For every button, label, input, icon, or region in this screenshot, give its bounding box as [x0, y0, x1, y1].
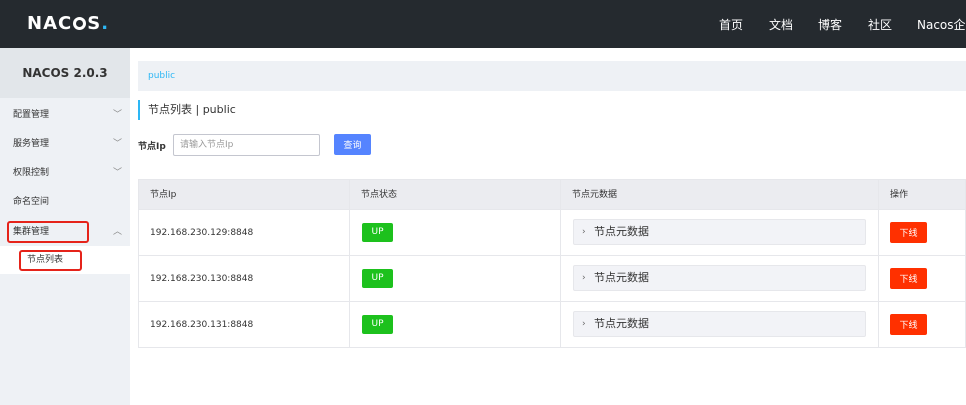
table-row-metadata-cell: › 节点元数据 — [561, 302, 879, 348]
table-row-ip: 192.168.230.131:8848 — [139, 302, 350, 348]
metadata-label: 节点元数据 — [594, 317, 649, 330]
breadcrumb-namespace[interactable]: public — [148, 71, 175, 81]
table-row-status-cell: UP — [350, 210, 561, 256]
chevron-down-icon: ﹀ — [112, 139, 122, 149]
offline-button[interactable]: 下线 — [890, 222, 927, 243]
table-row-metadata-cell: › 节点元数据 — [561, 256, 879, 302]
chevron-up-icon: ︿ — [112, 227, 122, 237]
nav-link-enterprise[interactable]: Nacos企业 — [917, 16, 966, 33]
cluster-highlight-box — [7, 221, 89, 243]
sidebar-item-label: 服务管理 — [13, 139, 50, 149]
sidebar-item-label: 命名空间 — [13, 197, 50, 207]
status-badge: UP — [362, 315, 393, 334]
nav-link-community[interactable]: 社区 — [868, 16, 892, 33]
column-header-action: 操作 — [879, 180, 966, 210]
sidebar-version: NACOS 2.0.3 — [0, 48, 130, 98]
metadata-expander[interactable]: › 节点元数据 — [573, 311, 866, 337]
page-title: 节点列表 | public — [138, 100, 236, 120]
nav-link-docs[interactable]: 文档 — [769, 16, 793, 33]
sidebar-item-label: 配置管理 — [13, 110, 50, 120]
sidebar-item-auth[interactable]: 权限控制 ﹀ — [0, 159, 130, 187]
nav-link-home[interactable]: 首页 — [719, 16, 743, 33]
chevron-right-icon: › — [582, 273, 586, 283]
table-row-ip: 192.168.230.130:8848 — [139, 256, 350, 302]
sidebar-item-config[interactable]: 配置管理 ﹀ — [0, 101, 130, 129]
logo-ring-icon — [73, 17, 87, 30]
sidebar-item-label: 权限控制 — [13, 168, 50, 178]
chevron-down-icon: ﹀ — [112, 110, 122, 120]
main-content: public 节点列表 | public 节点Ip 查询 节点Ip 节点状态 节… — [138, 48, 966, 405]
table-row-status-cell: UP — [350, 256, 561, 302]
node-table: 节点Ip 节点状态 节点元数据 操作 192.168.230.129:8848 … — [138, 179, 966, 348]
sidebar-item-namespace[interactable]: 命名空间 — [0, 188, 130, 216]
table-row-metadata-cell: › 节点元数据 — [561, 210, 879, 256]
node-ip-input[interactable] — [173, 134, 320, 156]
status-badge: UP — [362, 269, 393, 288]
metadata-label: 节点元数据 — [594, 271, 649, 284]
table-row-ip: 192.168.230.129:8848 — [139, 210, 350, 256]
metadata-expander[interactable]: › 节点元数据 — [573, 219, 866, 245]
table-row-status-cell: UP — [350, 302, 561, 348]
nacos-logo[interactable]: NAC S. — [27, 13, 109, 34]
column-header-ip: 节点Ip — [139, 180, 350, 210]
sidebar: NACOS 2.0.3 配置管理 ﹀ 服务管理 ﹀ 权限控制 ﹀ 命名空间 集群… — [0, 48, 130, 405]
chevron-right-icon: › — [582, 227, 586, 237]
top-navbar: NACS. 首页 文档 博客 社区 Nacos企业 — [0, 0, 966, 48]
table-row-action-cell: 下线 — [879, 210, 966, 256]
query-button[interactable]: 查询 — [334, 134, 371, 155]
metadata-label: 节点元数据 — [594, 225, 649, 238]
nav-link-blog[interactable]: 博客 — [818, 16, 842, 33]
column-header-status: 节点状态 — [350, 180, 561, 210]
offline-button[interactable]: 下线 — [890, 314, 927, 335]
sidebar-item-service[interactable]: 服务管理 ﹀ — [0, 130, 130, 158]
metadata-expander[interactable]: › 节点元数据 — [573, 265, 866, 291]
node-ip-label: 节点Ip — [138, 142, 166, 152]
table-row-action-cell: 下线 — [879, 302, 966, 348]
status-badge: UP — [362, 223, 393, 242]
breadcrumb: public — [138, 61, 966, 91]
node-list-highlight-box — [19, 250, 82, 271]
offline-button[interactable]: 下线 — [890, 268, 927, 289]
table-row-action-cell: 下线 — [879, 256, 966, 302]
chevron-down-icon: ﹀ — [112, 168, 122, 178]
chevron-right-icon: › — [582, 319, 586, 329]
column-header-metadata: 节点元数据 — [561, 180, 879, 210]
